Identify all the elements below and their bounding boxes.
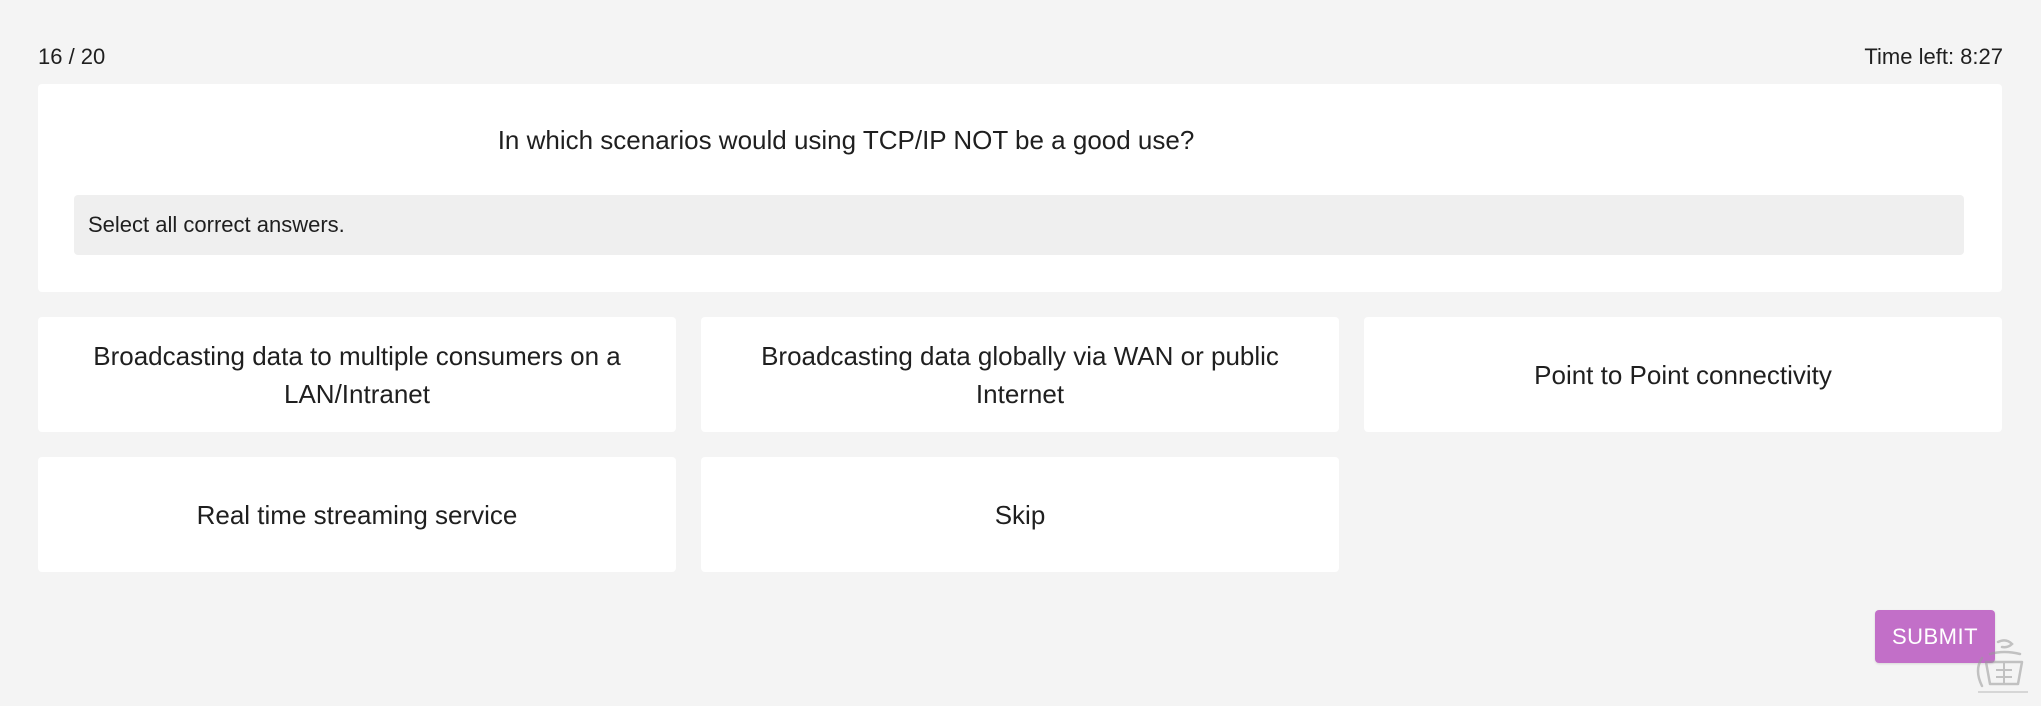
- answer-instruction-text: Select all correct answers.: [88, 212, 345, 237]
- question-text: In which scenarios would using TCP/IP NO…: [497, 125, 1195, 155]
- answer-option-label: Point to Point connectivity: [1534, 359, 1832, 390]
- time-left: Time left: 8:27: [1864, 44, 2003, 69]
- answer-options: Broadcasting data to multiple consumers …: [38, 317, 2002, 572]
- answer-option-label: Real time streaming service: [196, 499, 518, 530]
- answer-option-real-time-streaming[interactable]: Real time streaming service: [38, 457, 676, 572]
- answer-option-broadcast-lan[interactable]: Broadcasting data to multiple consumers …: [38, 317, 676, 432]
- answer-option-point-to-point[interactable]: Point to Point connectivity: [1364, 317, 2002, 432]
- answer-option-label: Skip: [994, 499, 1046, 530]
- answer-option-label: Broadcasting data to multiple consumers …: [93, 340, 621, 409]
- quiz-header: 16 / 20 Time left: 8:27: [38, 42, 2003, 72]
- skip-option[interactable]: Skip: [701, 457, 1339, 572]
- answer-option-label: Broadcasting data globally via WAN or pu…: [761, 340, 1279, 409]
- question-progress: 16 / 20: [38, 44, 106, 69]
- answer-instruction: Select all correct answers.: [74, 195, 1964, 255]
- question-card: Select all correct answers.: [38, 84, 2002, 292]
- answer-option-broadcast-wan[interactable]: Broadcasting data globally via WAN or pu…: [701, 317, 1339, 432]
- stamp-logo-icon: [1976, 639, 2028, 693]
